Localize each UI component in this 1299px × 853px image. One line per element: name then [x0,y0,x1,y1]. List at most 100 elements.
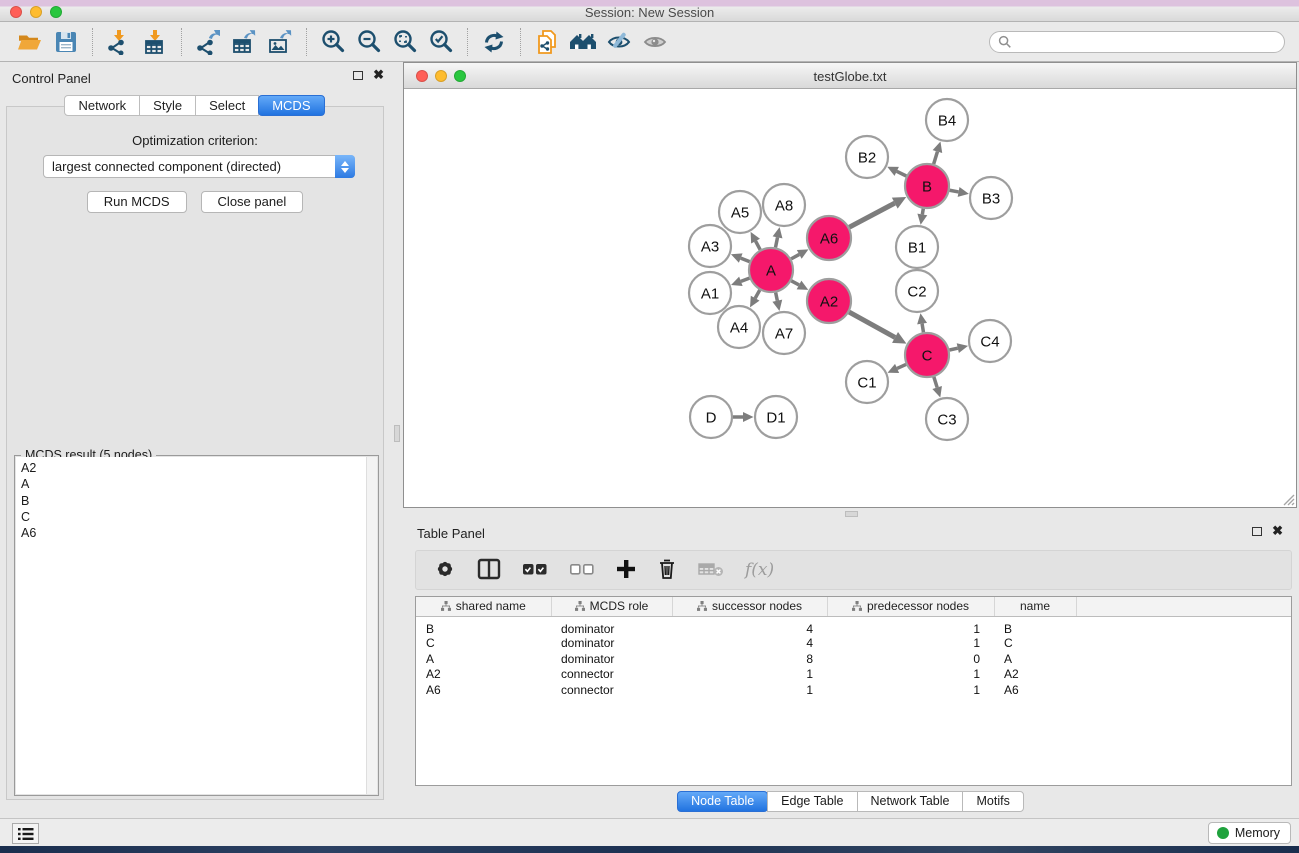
close-panel-icon[interactable]: ✖ [373,70,384,80]
column-header-name[interactable]: name [994,597,1076,616]
table-cell[interactable]: 4 [672,636,827,652]
table-cell[interactable]: 1 [672,682,827,698]
mcds-result-item[interactable]: A6 [16,525,377,541]
table-cell[interactable]: connector [551,667,672,683]
table-cell[interactable]: A6 [994,682,1076,698]
graph-edge-B-B4[interactable] [933,142,943,164]
home-view-icon[interactable] [565,26,601,58]
graph-edge-A2-C[interactable] [849,312,906,344]
table-float-panel-icon[interactable] [1252,527,1262,536]
tab-network[interactable]: Network [64,95,140,116]
clone-network-icon[interactable] [529,26,565,58]
graph-edge-C-C2[interactable] [917,313,927,332]
criterion-dropdown[interactable]: largest connected component (directed) [43,155,355,178]
add-column-icon[interactable] [616,559,636,582]
export-network-icon[interactable] [190,26,226,58]
graph-edge-A-A7[interactable] [772,293,782,311]
graph-edge-A-A5[interactable] [751,232,761,250]
graph-edge-C-C4[interactable] [949,343,968,353]
mcds-result-item[interactable]: A [16,476,377,492]
zoom-in-icon[interactable] [315,26,351,58]
table-cell[interactable]: 4 [672,616,827,636]
apply-function-icon[interactable]: f(x) [745,560,774,580]
tab-node-table[interactable]: Node Table [677,791,768,812]
mcds-result-item[interactable]: C [16,509,377,525]
run-mcds-button[interactable]: Run MCDS [87,191,187,213]
table-cell[interactable]: A [994,651,1076,667]
zoom-out-icon[interactable] [351,26,387,58]
graph-edge-A-A2[interactable] [791,281,808,290]
float-panel-icon[interactable] [353,71,363,80]
table-cell[interactable]: 1 [827,616,994,636]
table-cell[interactable]: dominator [551,651,672,667]
memory-button[interactable]: Memory [1208,822,1291,844]
table-cell[interactable]: 0 [827,651,994,667]
table-cell[interactable]: dominator [551,616,672,636]
table-cell[interactable]: connector [551,682,672,698]
table-cell[interactable]: A2 [416,667,551,683]
graph-edge-B-B2[interactable] [887,167,906,176]
export-image-icon[interactable] [262,26,298,58]
result-scrollbar[interactable] [366,457,377,794]
column-header-MCDS-role[interactable]: MCDS role [551,597,672,616]
table-cell[interactable]: A6 [416,682,551,698]
table-close-panel-icon[interactable]: ✖ [1272,526,1283,536]
table-row[interactable]: A2connector11A2 [416,667,1291,683]
delete-table-icon[interactable] [698,560,724,581]
table-cell[interactable]: 1 [827,667,994,683]
toolbar-search[interactable] [989,31,1285,53]
graph-edge-A-A6[interactable] [791,249,808,259]
task-history-button[interactable] [12,823,39,844]
save-session-icon[interactable] [48,26,84,58]
open-session-icon[interactable] [12,26,48,58]
select-all-checkboxes-icon[interactable] [522,560,548,581]
column-header-predecessor-nodes[interactable]: predecessor nodes [827,597,994,616]
column-header-shared-name[interactable]: shared name [416,597,551,616]
table-cell[interactable]: 8 [672,651,827,667]
table-row[interactable]: A6connector11A6 [416,682,1291,698]
close-window-icon[interactable] [10,6,22,18]
table-row[interactable]: Bdominator41B [416,616,1291,636]
minimize-window-icon[interactable] [30,6,42,18]
graph-edge-A-A3[interactable] [731,253,750,262]
graph-edge-B-B1[interactable] [917,209,927,225]
deselect-all-checkboxes-icon[interactable] [569,560,595,581]
zoom-fit-icon[interactable] [387,26,423,58]
tab-mcds[interactable]: MCDS [258,95,324,116]
column-header-successor-nodes[interactable]: successor nodes [672,597,827,616]
network-minimize-icon[interactable] [435,70,447,82]
import-table-icon[interactable] [137,26,173,58]
mcds-result-list[interactable]: A2ABCA6 [16,457,377,794]
show-detail-icon[interactable] [637,26,673,58]
network-close-icon[interactable] [416,70,428,82]
export-table-icon[interactable] [226,26,262,58]
table-cell[interactable]: C [994,636,1076,652]
graph-edge-A-A4[interactable] [750,290,760,307]
tab-network-table[interactable]: Network Table [857,791,964,812]
graph-edge-A-A8[interactable] [773,227,783,247]
import-network-icon[interactable] [101,26,137,58]
table-cell[interactable]: 1 [827,636,994,652]
table-cell[interactable]: A2 [994,667,1076,683]
settings-gear-icon[interactable] [434,558,456,583]
tab-style[interactable]: Style [139,95,196,116]
network-canvas[interactable]: B4B2BB3A8A5A6A3B1AC2A1A2A4A7C4CC1DD1C3 [404,89,1296,507]
search-input[interactable] [1012,35,1284,49]
mcds-result-item[interactable]: B [16,493,377,509]
zoom-selected-icon[interactable] [423,26,459,58]
vertical-splitter-handle[interactable] [394,425,400,442]
table-row[interactable]: Cdominator41C [416,636,1291,652]
graph-edge-B-B3[interactable] [950,187,969,197]
table-cell[interactable]: A [416,651,551,667]
horizontal-splitter-handle[interactable] [845,511,858,517]
table-cell[interactable]: 1 [827,682,994,698]
network-window-titlebar[interactable]: testGlobe.txt [404,63,1296,89]
split-panel-icon[interactable] [477,558,501,583]
graph-edge-C-C1[interactable] [888,364,907,373]
window-resize-grip[interactable] [1282,493,1295,506]
mcds-result-item[interactable]: A2 [16,457,377,476]
close-panel-button[interactable]: Close panel [201,191,304,213]
table-cell[interactable]: B [416,616,551,636]
graph-edge-D-D1[interactable] [733,412,754,422]
network-maximize-icon[interactable] [454,70,466,82]
